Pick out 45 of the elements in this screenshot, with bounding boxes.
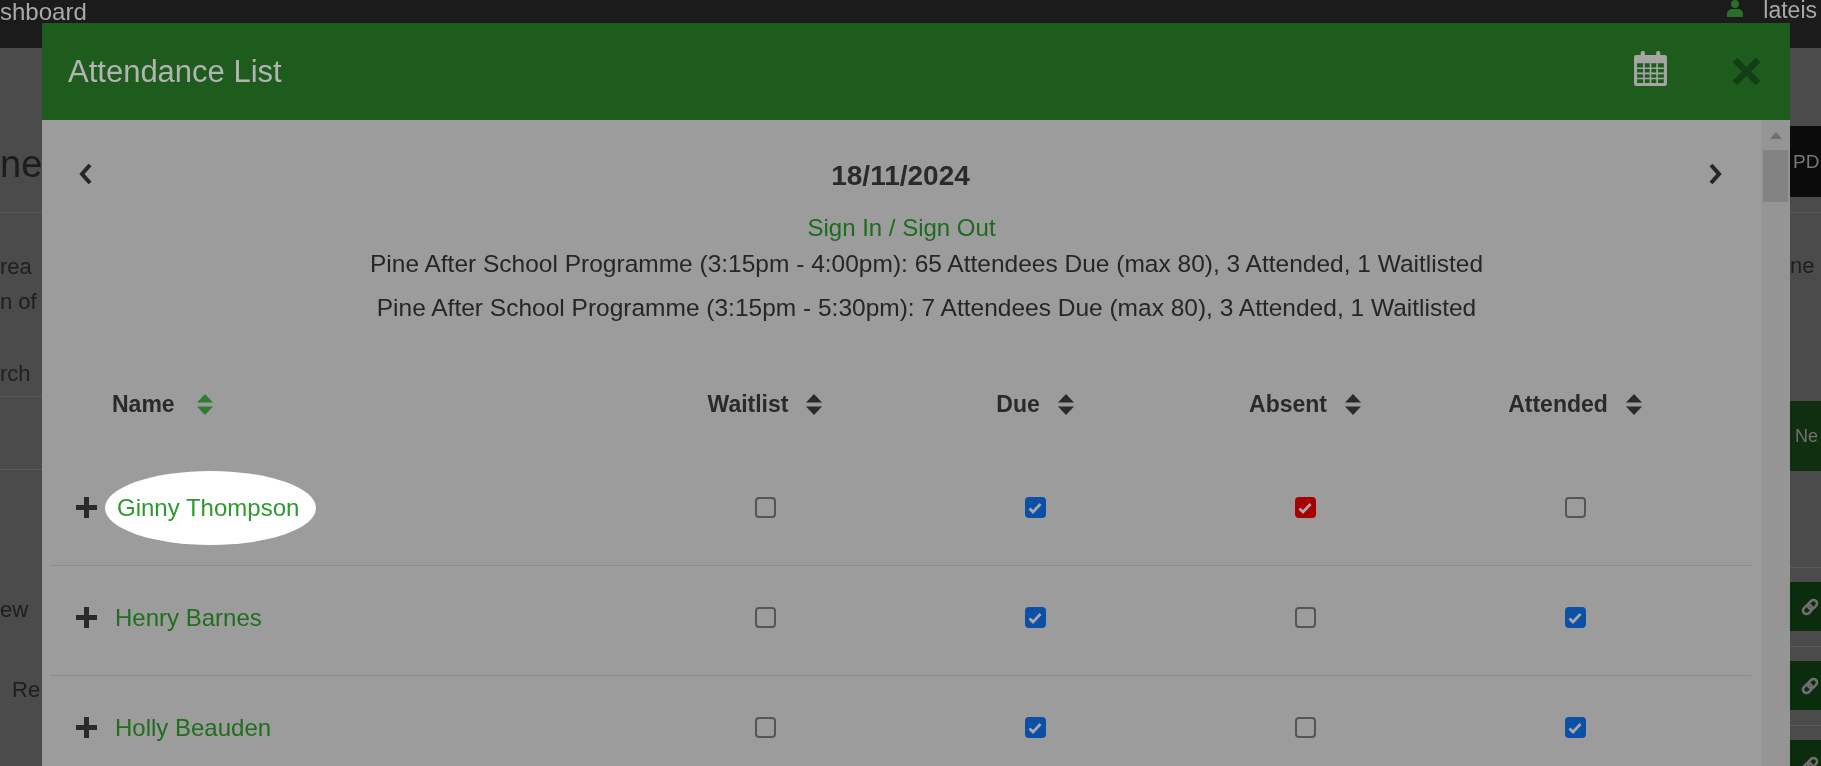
checkmark-icon xyxy=(1298,501,1312,514)
checkbox[interactable] xyxy=(754,717,776,738)
checkbox[interactable] xyxy=(754,497,776,518)
link-button[interactable] xyxy=(1790,661,1821,710)
user-icon xyxy=(1727,0,1744,17)
scroll-up-arrow-icon[interactable] xyxy=(1769,132,1782,139)
checkbox[interactable] xyxy=(1024,607,1046,628)
date-label: 18/11/2024 xyxy=(831,160,970,192)
calendar-icon[interactable] xyxy=(1634,51,1667,86)
checkbox[interactable] xyxy=(1564,497,1586,518)
link-icon xyxy=(1800,596,1820,617)
user-name[interactable]: lateis xyxy=(1763,0,1817,20)
session-summary: Pine After School Programme (3:15pm - 5:30pm): 7 Attendees Due (max 80), 3 Attended, 1 Waitlisted xyxy=(376,294,1477,321)
primary-button[interactable]: Ne xyxy=(1790,401,1821,471)
checkbox[interactable] xyxy=(1564,607,1586,628)
checkmark-icon xyxy=(1028,611,1042,624)
scrollbar[interactable] xyxy=(1761,120,1790,766)
checkbox[interactable] xyxy=(1294,717,1316,738)
checkbox[interactable] xyxy=(1564,717,1586,738)
plus-icon[interactable] xyxy=(76,717,97,738)
nav-title: shboard xyxy=(0,0,87,24)
column-header[interactable]: Attended xyxy=(1508,390,1642,418)
checkbox[interactable] xyxy=(1024,717,1046,738)
action-button[interactable]: PD xyxy=(1790,126,1821,197)
session-summary: Pine After School Programme (3:15pm - 4:00pm): 65 Attendees Due (max 80), 3 Attended, 1 Waitlisted xyxy=(369,250,1484,277)
checkbox[interactable] xyxy=(754,607,776,628)
checkmark-icon xyxy=(1028,721,1042,734)
plus-icon[interactable] xyxy=(76,497,97,518)
checkbox[interactable] xyxy=(1294,607,1316,628)
column-header[interactable]: Due xyxy=(996,390,1074,418)
checkbox[interactable] xyxy=(1294,497,1316,518)
column-header[interactable]: Absent xyxy=(1249,390,1361,418)
chevron-right-icon[interactable] xyxy=(1707,162,1724,186)
plus-icon[interactable] xyxy=(76,607,97,628)
chevron-left-icon[interactable] xyxy=(77,162,94,186)
link-button[interactable] xyxy=(1790,582,1821,631)
checkmark-icon xyxy=(1028,501,1042,514)
link-icon xyxy=(1800,675,1820,696)
column-header[interactable]: Waitlist xyxy=(707,390,823,418)
dialog-title: Attendance List xyxy=(68,53,282,90)
checkmark-icon xyxy=(1568,611,1582,624)
checkbox[interactable] xyxy=(1024,497,1046,518)
checkmark-icon xyxy=(1568,721,1582,734)
student-name-link[interactable]: Ginny Thompson xyxy=(105,470,317,545)
column-header[interactable]: Name xyxy=(112,390,213,418)
